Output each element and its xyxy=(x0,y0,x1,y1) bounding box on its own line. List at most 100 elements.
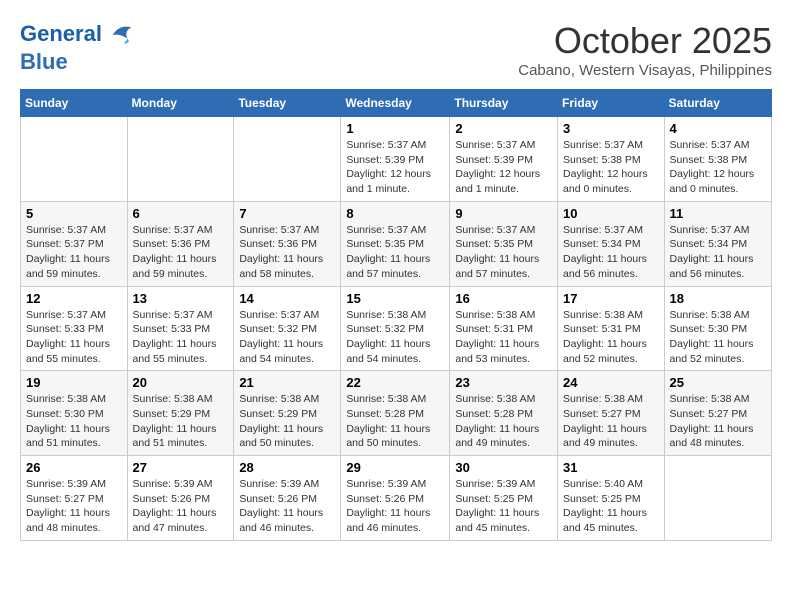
day-number: 4 xyxy=(670,121,766,136)
logo: General Blue xyxy=(20,20,135,74)
weekday-header-monday: Monday xyxy=(127,90,234,117)
calendar-cell: 11 Sunrise: 5:37 AMSunset: 5:34 PMDayligh… xyxy=(664,201,771,286)
calendar-week-5: 26Sunrise: 5:39 AMSunset: 5:27 PMDayligh… xyxy=(21,456,772,541)
day-info: Sunrise: 5:37 AMSunset: 5:36 PMDaylight:… xyxy=(239,223,335,282)
calendar-cell: 23 Sunrise: 5:38 AMSunset: 5:28 PMDayligh… xyxy=(450,371,558,456)
day-number: 23 xyxy=(455,375,552,390)
day-info: Sunrise: 5:38 AMSunset: 5:29 PMDaylight:… xyxy=(133,392,229,451)
calendar-cell: 27Sunrise: 5:39 AMSunset: 5:26 PMDayligh… xyxy=(127,456,234,541)
day-number: 20 xyxy=(133,375,229,390)
day-info: Sunrise: 5:37 AMSunset: 5:39 PMDaylight:… xyxy=(346,138,444,197)
day-number: 22 xyxy=(346,375,444,390)
day-info: Sunrise: 5:38 AMSunset: 5:31 PMDaylight:… xyxy=(563,308,659,367)
day-number: 10 xyxy=(563,206,659,221)
calendar-cell xyxy=(127,117,234,202)
day-info: Sunrise: 5:37 AMSunset: 5:37 PMDaylight:… xyxy=(26,223,122,282)
calendar-cell: 10 Sunrise: 5:37 AMSunset: 5:34 PMDayligh… xyxy=(558,201,665,286)
calendar-week-1: 1Sunrise: 5:37 AMSunset: 5:39 PMDaylight… xyxy=(21,117,772,202)
day-info: Sunrise: 5:37 AMSunset: 5:34 PMDaylight:… xyxy=(670,223,766,282)
title-section: October 2025 Cabano, Western Visayas, Ph… xyxy=(518,20,772,79)
day-info: Sunrise: 5:38 AMSunset: 5:27 PMDaylight:… xyxy=(563,392,659,451)
day-info: Sunrise: 5:37 AMSunset: 5:38 PMDaylight:… xyxy=(563,138,659,197)
calendar-cell: 3 Sunrise: 5:37 AMSunset: 5:38 PMDaylight… xyxy=(558,117,665,202)
day-info: Sunrise: 5:38 AMSunset: 5:32 PMDaylight:… xyxy=(346,308,444,367)
calendar-cell xyxy=(234,117,341,202)
calendar-week-2: 5 Sunrise: 5:37 AMSunset: 5:37 PMDaylight… xyxy=(21,201,772,286)
weekday-header-sunday: Sunday xyxy=(21,90,128,117)
day-number: 14 xyxy=(239,291,335,306)
day-info: Sunrise: 5:38 AMSunset: 5:28 PMDaylight:… xyxy=(346,392,444,451)
day-number: 3 xyxy=(563,121,659,136)
calendar-cell: 20 Sunrise: 5:38 AMSunset: 5:29 PMDayligh… xyxy=(127,371,234,456)
calendar-cell: 31 Sunrise: 5:40 AMSunset: 5:25 PMDayligh… xyxy=(558,456,665,541)
day-number: 6 xyxy=(133,206,229,221)
day-info: Sunrise: 5:38 AMSunset: 5:28 PMDaylight:… xyxy=(455,392,552,451)
day-info: Sunrise: 5:37 AMSunset: 5:34 PMDaylight:… xyxy=(563,223,659,282)
day-number: 8 xyxy=(346,206,444,221)
calendar-week-3: 12Sunrise: 5:37 AMSunset: 5:33 PMDayligh… xyxy=(21,286,772,371)
day-info: Sunrise: 5:39 AMSunset: 5:26 PMDaylight:… xyxy=(346,477,444,536)
day-number: 5 xyxy=(26,206,122,221)
calendar-cell: 16 Sunrise: 5:38 AMSunset: 5:31 PMDayligh… xyxy=(450,286,558,371)
logo-bird-icon xyxy=(105,20,135,50)
day-info: Sunrise: 5:37 AMSunset: 5:38 PMDaylight:… xyxy=(670,138,766,197)
calendar-cell xyxy=(21,117,128,202)
calendar-cell: 29 Sunrise: 5:39 AMSunset: 5:26 PMDayligh… xyxy=(341,456,450,541)
day-info: Sunrise: 5:40 AMSunset: 5:25 PMDaylight:… xyxy=(563,477,659,536)
day-number: 16 xyxy=(455,291,552,306)
calendar-cell: 8 Sunrise: 5:37 AMSunset: 5:35 PMDaylight… xyxy=(341,201,450,286)
day-info: Sunrise: 5:38 AMSunset: 5:31 PMDaylight:… xyxy=(455,308,552,367)
day-info: Sunrise: 5:39 AMSunset: 5:25 PMDaylight:… xyxy=(455,477,552,536)
day-number: 21 xyxy=(239,375,335,390)
day-number: 11 xyxy=(670,206,766,221)
day-number: 18 xyxy=(670,291,766,306)
day-info: Sunrise: 5:37 AMSunset: 5:32 PMDaylight:… xyxy=(239,308,335,367)
day-number: 30 xyxy=(455,460,552,475)
day-info: Sunrise: 5:37 AMSunset: 5:35 PMDaylight:… xyxy=(455,223,552,282)
day-number: 7 xyxy=(239,206,335,221)
day-number: 15 xyxy=(346,291,444,306)
day-info: Sunrise: 5:37 AMSunset: 5:33 PMDaylight:… xyxy=(133,308,229,367)
day-info: Sunrise: 5:38 AMSunset: 5:30 PMDaylight:… xyxy=(670,308,766,367)
month-title: October 2025 xyxy=(518,20,772,62)
day-number: 9 xyxy=(455,206,552,221)
day-number: 24 xyxy=(563,375,659,390)
day-number: 29 xyxy=(346,460,444,475)
calendar-cell: 21 Sunrise: 5:38 AMSunset: 5:29 PMDayligh… xyxy=(234,371,341,456)
calendar-cell: 1Sunrise: 5:37 AMSunset: 5:39 PMDaylight… xyxy=(341,117,450,202)
calendar-cell: 28Sunrise: 5:39 AMSunset: 5:26 PMDayligh… xyxy=(234,456,341,541)
day-info: Sunrise: 5:38 AMSunset: 5:29 PMDaylight:… xyxy=(239,392,335,451)
weekday-header-thursday: Thursday xyxy=(450,90,558,117)
location: Cabano, Western Visayas, Philippines xyxy=(518,62,772,79)
calendar-cell: 5 Sunrise: 5:37 AMSunset: 5:37 PMDaylight… xyxy=(21,201,128,286)
day-info: Sunrise: 5:38 AMSunset: 5:30 PMDaylight:… xyxy=(26,392,122,451)
weekday-header-tuesday: Tuesday xyxy=(234,90,341,117)
calendar-cell: 6 Sunrise: 5:37 AMSunset: 5:36 PMDaylight… xyxy=(127,201,234,286)
day-number: 27 xyxy=(133,460,229,475)
calendar-cell xyxy=(664,456,771,541)
calendar-cell: 22 Sunrise: 5:38 AMSunset: 5:28 PMDayligh… xyxy=(341,371,450,456)
calendar-cell: 19Sunrise: 5:38 AMSunset: 5:30 PMDayligh… xyxy=(21,371,128,456)
calendar-cell: 9 Sunrise: 5:37 AMSunset: 5:35 PMDaylight… xyxy=(450,201,558,286)
calendar-cell: 4 Sunrise: 5:37 AMSunset: 5:38 PMDaylight… xyxy=(664,117,771,202)
weekday-header-saturday: Saturday xyxy=(664,90,771,117)
day-info: Sunrise: 5:37 AMSunset: 5:36 PMDaylight:… xyxy=(133,223,229,282)
calendar-cell: 24 Sunrise: 5:38 AMSunset: 5:27 PMDayligh… xyxy=(558,371,665,456)
logo-blue-text: Blue xyxy=(20,50,135,74)
calendar-cell: 13 Sunrise: 5:37 AMSunset: 5:33 PMDayligh… xyxy=(127,286,234,371)
day-number: 13 xyxy=(133,291,229,306)
calendar-cell: 14 Sunrise: 5:37 AMSunset: 5:32 PMDayligh… xyxy=(234,286,341,371)
calendar-cell: 17 Sunrise: 5:38 AMSunset: 5:31 PMDayligh… xyxy=(558,286,665,371)
page-header: General Blue October 2025 Cabano, Wester… xyxy=(20,20,772,79)
day-info: Sunrise: 5:39 AMSunset: 5:27 PMDaylight:… xyxy=(26,477,122,536)
day-number: 28 xyxy=(239,460,335,475)
day-number: 17 xyxy=(563,291,659,306)
day-info: Sunrise: 5:37 AMSunset: 5:39 PMDaylight:… xyxy=(455,138,552,197)
day-number: 31 xyxy=(563,460,659,475)
day-info: Sunrise: 5:37 AMSunset: 5:35 PMDaylight:… xyxy=(346,223,444,282)
calendar-cell: 15 Sunrise: 5:38 AMSunset: 5:32 PMDayligh… xyxy=(341,286,450,371)
calendar-cell: 12Sunrise: 5:37 AMSunset: 5:33 PMDayligh… xyxy=(21,286,128,371)
day-info: Sunrise: 5:37 AMSunset: 5:33 PMDaylight:… xyxy=(26,308,122,367)
day-info: Sunrise: 5:38 AMSunset: 5:27 PMDaylight:… xyxy=(670,392,766,451)
calendar-week-4: 19Sunrise: 5:38 AMSunset: 5:30 PMDayligh… xyxy=(21,371,772,456)
